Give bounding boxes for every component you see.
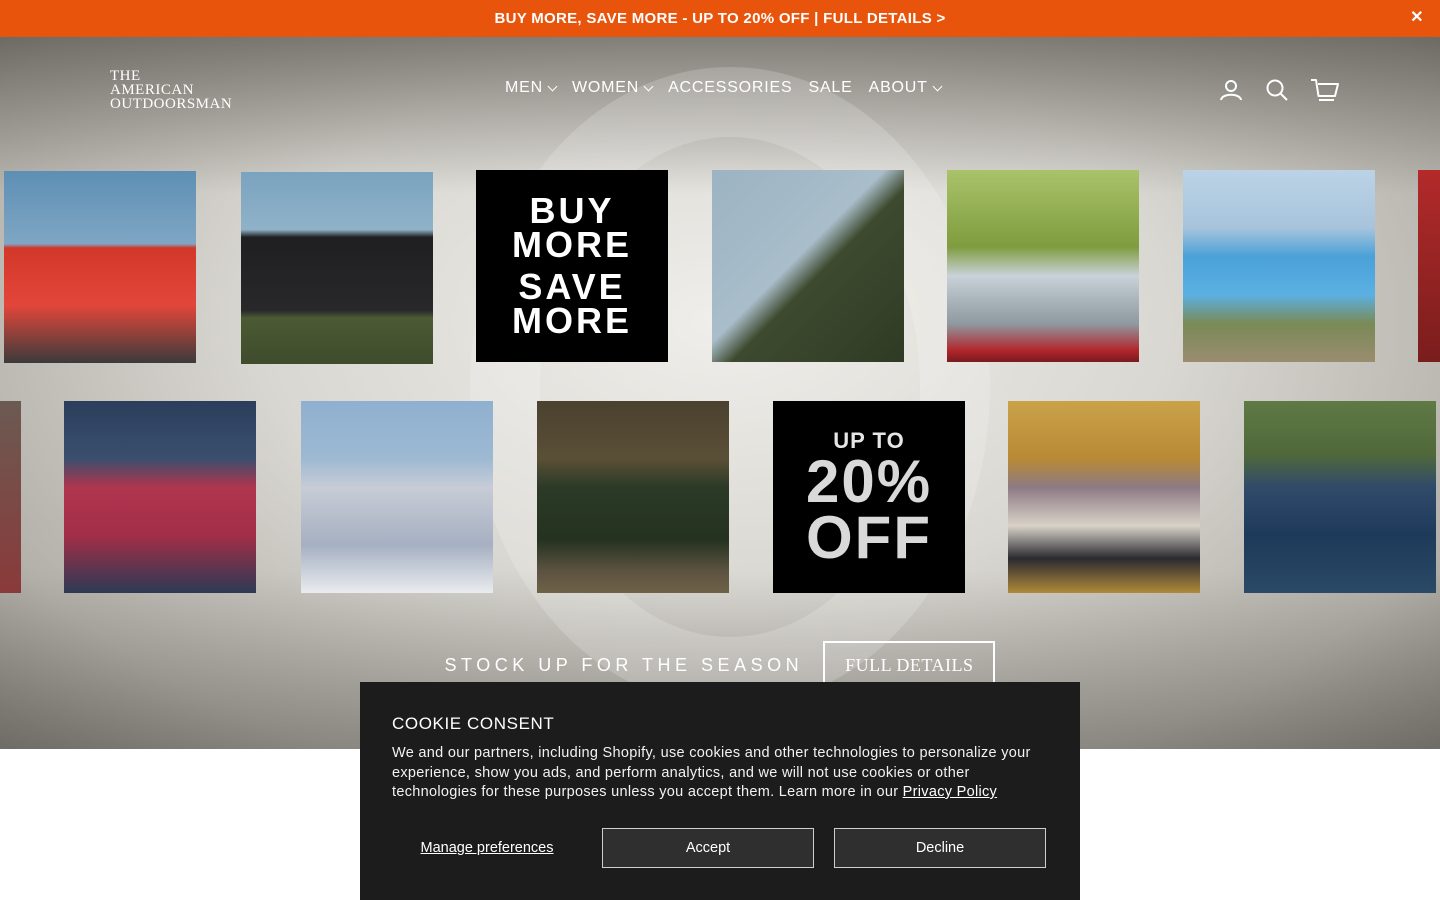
chevron-down-icon (547, 81, 558, 91)
main-nav: MEN WOMEN ACCESSORIES SALE ABOUT (505, 79, 943, 97)
logo-line-3: OUTDOORSMAN (110, 96, 233, 112)
logo-line-1: THE (110, 68, 141, 84)
photo-tile-two-women[interactable] (1008, 401, 1200, 593)
hero-watermark (470, 67, 990, 707)
photo-tile-man-truck[interactable] (64, 401, 256, 593)
hero-tagline: STOCK UP FOR THE SEASON (444, 655, 804, 675)
logo-line-2: AMERICAN (110, 82, 195, 98)
photo-tile-man-fishing-rod[interactable] (712, 170, 904, 362)
accept-button[interactable]: Accept (602, 828, 814, 868)
promo-line-4: MORE (512, 300, 632, 341)
manage-preferences-link[interactable]: Manage preferences (392, 840, 582, 856)
promo-line-2: MORE (512, 224, 632, 265)
promo-percent: 20% (805, 448, 933, 515)
photo-tile-man-green-henley[interactable] (537, 401, 729, 593)
photo-tile-woman-black-top[interactable] (241, 172, 433, 364)
nav-label: WOMEN (571, 79, 640, 96)
cookie-actions: Manage preferences Accept Decline (392, 828, 1046, 868)
chevron-down-icon (932, 81, 943, 91)
promo-line-3: SAVE (518, 266, 626, 307)
promo-line-1: BUY (529, 190, 615, 231)
nav-item-about[interactable]: ABOUT (868, 79, 943, 97)
photo-tile-partial-right[interactable] (1418, 170, 1440, 362)
search-icon[interactable] (1264, 77, 1290, 103)
announcement-bar[interactable]: BUY MORE, SAVE MORE - UP TO 20% OFF | FU… (0, 0, 1440, 37)
announcement-text[interactable]: BUY MORE, SAVE MORE - UP TO 20% OFF | FU… (494, 10, 945, 27)
cart-icon[interactable] (1310, 77, 1340, 103)
photo-tile-man-red-shirt[interactable] (4, 171, 196, 363)
cookie-title: COOKIE CONSENT (392, 714, 555, 733)
close-icon[interactable]: ✕ (1408, 9, 1426, 27)
nav-item-men[interactable]: MEN (505, 79, 558, 97)
photo-tile-partial-left[interactable] (0, 401, 21, 593)
cookie-consent-dialog: COOKIE CONSENT We and our partners, incl… (360, 682, 1080, 900)
nav-item-accessories[interactable]: ACCESSORIES (668, 79, 792, 97)
photo-tile-man-catching-fish[interactable] (1244, 401, 1436, 593)
nav-label: SALE (808, 79, 853, 96)
account-icon[interactable] (1218, 77, 1244, 103)
promo-tile-buy-more[interactable]: BUY MORE SAVE MORE (476, 170, 668, 362)
site-header: THE AMERICAN OUTDOORSMAN MEN WOMEN ACCES… (0, 37, 1440, 143)
nav-label: MEN (505, 79, 543, 96)
cookie-body: We and our partners, including Shopify, … (392, 744, 1048, 803)
photo-tile-man-boat-hat[interactable] (301, 401, 493, 593)
chevron-down-icon (643, 81, 654, 91)
nav-label: ACCESSORIES (668, 79, 793, 96)
photo-tile-two-men-blue[interactable] (1183, 170, 1375, 362)
nav-item-sale[interactable]: SALE (808, 79, 852, 97)
privacy-policy-link[interactable]: Privacy Policy (903, 784, 997, 800)
nav-label: ABOUT (868, 79, 928, 96)
decline-button[interactable]: Decline (834, 828, 1046, 868)
promo-off: OFF (806, 504, 932, 571)
promo-tile-20-off[interactable]: UP TO 20% OFF (773, 401, 965, 593)
nav-item-women[interactable]: WOMEN (571, 79, 654, 97)
header-icons (1218, 77, 1340, 103)
site-logo[interactable]: THE AMERICAN OUTDOORSMAN (110, 68, 233, 112)
hero-banner: BUY MORE SAVE MORE UP TO 20% OFF STOCK U… (0, 37, 1440, 749)
photo-tile-father-son-boat[interactable] (947, 170, 1139, 362)
